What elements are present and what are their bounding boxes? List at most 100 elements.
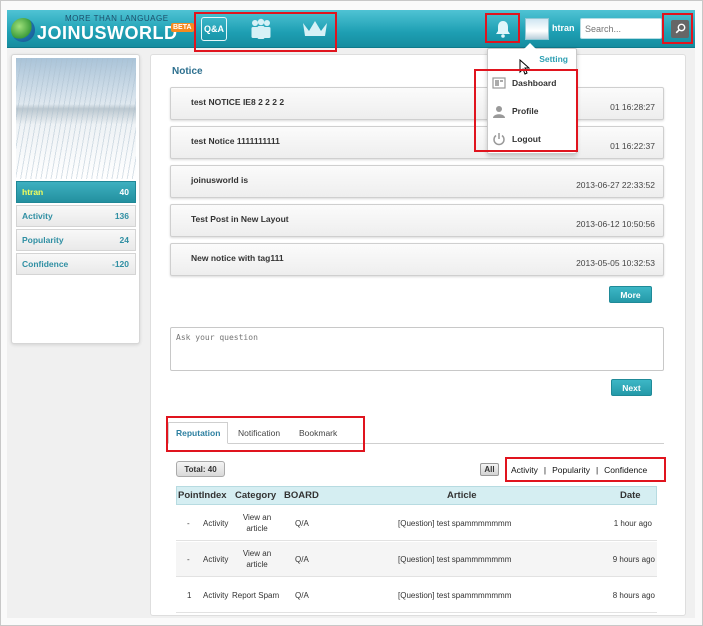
cell-article[interactable]: [Question] test spammmmmmm [398, 506, 511, 540]
cell-action: Report Spam [232, 590, 280, 600]
cell-article[interactable]: [Question] test spammmmmmm [398, 542, 511, 576]
dropdown-item-label: Profile [512, 106, 539, 116]
col-article: Article [447, 490, 477, 501]
settings-dropdown: Setting Dashboard Profile Logout [487, 43, 577, 154]
cell-category: Activity [203, 590, 229, 600]
mouse-cursor-icon [519, 59, 530, 75]
filter-confidence[interactable]: Confidence [604, 465, 647, 475]
crown-nav-button[interactable] [301, 17, 329, 41]
col-category: Category [235, 490, 277, 501]
stat-value: 24 [119, 235, 129, 245]
qa-nav-button[interactable]: Q&A [201, 17, 227, 41]
notice-title: joinusworld is [191, 175, 249, 185]
more-button[interactable]: More [609, 286, 652, 303]
stat-value: -120 [111, 259, 129, 269]
cell-date: 8 hours ago [612, 590, 655, 600]
cell-board: Q/A [295, 518, 309, 528]
filter-activity[interactable]: Activity [511, 465, 538, 475]
profile-icon [493, 105, 505, 118]
dropdown-item-logout[interactable]: Logout [492, 129, 572, 149]
user-name-link[interactable]: htran [552, 23, 575, 33]
notice-date: 2013-06-12 10:50:56 [576, 219, 655, 229]
cell-action: View an article [242, 513, 272, 533]
notice-heading: Notice [172, 66, 203, 77]
globe-logo-icon [11, 18, 35, 42]
sidebar-item-confidence[interactable]: Confidence -120 [16, 253, 136, 275]
dropdown-setting-link[interactable]: Setting [539, 54, 568, 64]
table-row[interactable]: 1 Activity Report Spam Q/A [Question] te… [176, 578, 657, 613]
ask-question-input[interactable] [170, 327, 664, 371]
cell-category: Activity [203, 518, 229, 528]
sidebar-item-popularity[interactable]: Popularity 24 [16, 229, 136, 251]
stat-label: htran [22, 187, 44, 197]
tab-bookmark[interactable]: Bookmark [299, 422, 337, 444]
next-button[interactable]: Next [611, 379, 652, 396]
notice-date: 01 16:28:27 [610, 102, 655, 112]
main-nav: Q&A [195, 14, 338, 45]
stat-label: Confidence [22, 259, 69, 269]
filter-popularity[interactable]: Popularity [552, 465, 590, 475]
profile-photo [16, 58, 136, 179]
cell-date: 1 hour ago [613, 518, 652, 528]
dropdown-item-dashboard[interactable]: Dashboard [492, 73, 572, 93]
notice-title: New notice with tag111 [191, 253, 284, 263]
notification-bell-button[interactable] [486, 14, 520, 44]
filter-all-button[interactable]: All [480, 463, 499, 476]
table-row[interactable]: - Activity View an article Q/A [Question… [176, 506, 657, 541]
cell-action: View an article [242, 549, 272, 569]
crown-icon [303, 21, 327, 36]
qa-icon: Q&A [204, 24, 224, 34]
stat-value: 40 [119, 187, 129, 197]
dropdown-item-label: Dashboard [512, 78, 557, 88]
cell-category: Activity [203, 554, 229, 564]
total-badge[interactable]: Total: 40 [176, 461, 225, 477]
notice-title: test Notice 1111111111 [191, 136, 280, 146]
cell-board: Q/A [295, 554, 309, 564]
stat-label: Popularity [22, 235, 64, 245]
people-nav-button[interactable] [247, 17, 275, 41]
filter-separator: | [543, 464, 547, 475]
col-date: Date [620, 490, 641, 501]
notice-item[interactable]: test NOTICE IE8 2 2 2 2 01 16:28:27 [170, 87, 664, 120]
site-logo[interactable]: MORE THAN LANGUAGE JOINUSWORLD BETA [11, 14, 194, 44]
profile-sidebar: htran 40 Activity 136 Popularity 24 Conf… [11, 54, 140, 344]
notice-date: 2013-06-27 22:33:52 [576, 180, 655, 190]
notice-date: 01 16:22:37 [610, 141, 655, 151]
dropdown-item-label: Logout [512, 134, 541, 144]
cell-point: - [187, 554, 190, 564]
filter-separator: | [595, 464, 599, 475]
table-row[interactable]: - Activity View an article Q/A [Question… [176, 542, 657, 577]
col-board: BOARD [284, 490, 319, 501]
stat-value: 136 [114, 211, 129, 221]
notice-item[interactable]: New notice with tag111 2013-05-05 10:32:… [170, 243, 664, 276]
people-icon [251, 18, 271, 39]
notice-item[interactable]: Test Post in New Layout 2013-06-12 10:50… [170, 204, 664, 237]
cell-board: Q/A [295, 590, 309, 600]
power-icon [493, 133, 505, 146]
sidebar-item-activity[interactable]: Activity 136 [16, 205, 136, 227]
notice-item[interactable]: joinusworld is 2013-06-27 22:33:52 [170, 165, 664, 198]
notice-title: Test Post in New Layout [191, 214, 289, 224]
table-header: PointIndex Category BOARD Article Date [176, 486, 657, 505]
cell-point: 1 [187, 590, 192, 600]
sidebar-item-username[interactable]: htran 40 [16, 181, 136, 203]
logo-text: JOINUSWORLD [37, 23, 178, 43]
beta-badge: BETA [171, 23, 194, 32]
user-avatar[interactable] [525, 18, 549, 40]
search-input[interactable] [580, 18, 662, 39]
bell-icon [496, 21, 510, 38]
notice-title: test NOTICE IE8 2 2 2 2 [191, 97, 285, 107]
dropdown-caret [524, 43, 536, 49]
col-pointindex: PointIndex [178, 490, 227, 501]
search-button[interactable] [667, 14, 693, 43]
cell-date: 9 hours ago [612, 554, 655, 564]
dropdown-item-profile[interactable]: Profile [492, 101, 572, 121]
tab-reputation[interactable]: Reputation [168, 422, 229, 444]
cell-article[interactable]: [Question] test spammmmmmm [398, 578, 511, 612]
search-icon [675, 23, 685, 34]
notice-item[interactable]: test Notice 1111111111 01 16:22:37 [170, 126, 664, 159]
notice-date: 2013-05-05 10:32:53 [576, 258, 655, 268]
logo-tagline: MORE THAN LANGUAGE [65, 14, 169, 23]
dashboard-icon [492, 77, 506, 89]
tab-notification[interactable]: Notification [238, 422, 280, 444]
